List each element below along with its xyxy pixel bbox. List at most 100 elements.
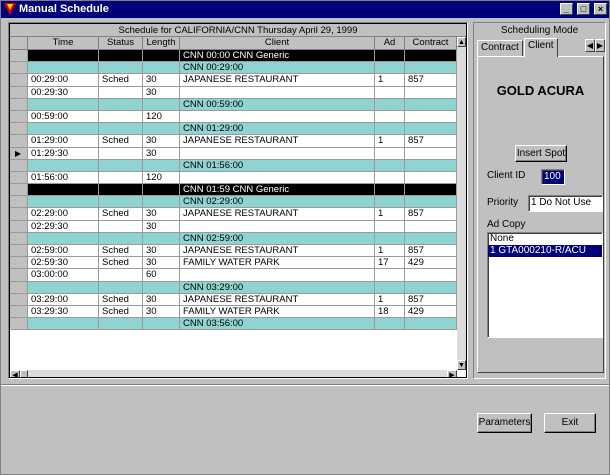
row-selector[interactable] [10, 293, 28, 306]
cell-status[interactable] [99, 232, 143, 245]
cell-contract[interactable] [405, 269, 457, 282]
table-row[interactable]: CNN 00:00 CNN Generic [10, 50, 457, 63]
table-row[interactable]: ▶ 01:29:30 30 [10, 147, 457, 160]
cell-ad[interactable] [375, 62, 405, 75]
table-row[interactable]: CNN 02:29:00 [10, 196, 457, 209]
cell-status[interactable] [99, 184, 143, 197]
row-selector[interactable] [10, 110, 28, 124]
cell-status[interactable] [99, 159, 143, 172]
cell-ad[interactable] [375, 50, 405, 63]
cell-length[interactable]: 30 [143, 74, 180, 87]
cell-ad[interactable] [375, 110, 405, 124]
row-selector[interactable] [10, 232, 28, 245]
table-row[interactable]: CNN 01:59 CNN Generic [10, 184, 457, 197]
cell-contract[interactable] [405, 62, 457, 75]
cell-time[interactable] [28, 98, 99, 111]
cell-status[interactable]: Sched [99, 305, 143, 319]
cell-ad[interactable] [375, 232, 405, 245]
cell-time[interactable]: 00:59:00 [28, 110, 99, 124]
cell-status[interactable] [99, 171, 143, 185]
cell-ad[interactable]: 1 [375, 74, 405, 87]
cell-contract[interactable]: 429 [405, 257, 457, 270]
cell-ad[interactable]: 1 [375, 135, 405, 148]
cell-ad[interactable]: 17 [375, 257, 405, 270]
cell-contract[interactable] [405, 110, 457, 124]
cell-contract[interactable]: 429 [405, 305, 457, 319]
cell-client[interactable] [180, 147, 375, 160]
table-row[interactable]: 00:59:00 120 [10, 110, 457, 124]
cell-status[interactable] [99, 147, 143, 160]
table-row[interactable]: CNN 02:59:00 [10, 232, 457, 245]
cell-client[interactable] [180, 171, 375, 185]
cell-status[interactable] [99, 98, 143, 111]
cell-client[interactable]: CNN 01:56:00 [180, 159, 375, 172]
cell-length[interactable]: 30 [143, 135, 180, 148]
cell-time[interactable]: 03:29:00 [28, 293, 99, 306]
column-header-contract[interactable]: Contract [405, 37, 457, 50]
cell-status[interactable] [99, 196, 143, 209]
cell-status[interactable] [99, 50, 143, 63]
cell-time[interactable]: 02:29:00 [28, 208, 99, 221]
cell-time[interactable]: 02:59:00 [28, 245, 99, 258]
table-row[interactable]: 03:29:00 Sched 30 JAPANESE RESTAURANT 1 857 [10, 293, 457, 306]
table-row[interactable]: 02:59:30 Sched 30 FAMILY WATER PARK 17 429 [10, 257, 457, 270]
cell-status[interactable] [99, 269, 143, 282]
schedule-grid[interactable]: Schedule for CALIFORNIA/CNN Thursday Apr… [9, 23, 467, 378]
column-header-client[interactable]: Client [180, 37, 375, 50]
table-row[interactable]: CNN 00:29:00 [10, 62, 457, 75]
table-row[interactable]: 03:00:00 60 [10, 269, 457, 282]
cell-contract[interactable] [405, 232, 457, 245]
cell-client[interactable] [180, 86, 375, 99]
cell-length[interactable]: 60 [143, 269, 180, 282]
cell-contract[interactable] [405, 123, 457, 136]
cell-length[interactable] [143, 184, 180, 197]
cell-client[interactable]: CNN 01:59 CNN Generic [180, 184, 375, 197]
tab-contract[interactable]: Contract [477, 40, 523, 56]
cell-client[interactable] [180, 110, 375, 124]
cell-ad[interactable] [375, 184, 405, 197]
column-header-ad[interactable]: Ad [375, 37, 405, 50]
cell-length[interactable]: 30 [143, 86, 180, 99]
cell-client[interactable]: JAPANESE RESTAURANT [180, 293, 375, 306]
cell-status[interactable] [99, 318, 143, 331]
cell-time[interactable]: 00:29:30 [28, 86, 99, 99]
cell-contract[interactable]: 857 [405, 74, 457, 87]
cell-ad[interactable] [375, 86, 405, 99]
cell-status[interactable] [99, 123, 143, 136]
cell-ad[interactable] [375, 269, 405, 282]
cell-status[interactable]: Sched [99, 245, 143, 258]
minimize-button[interactable]: _ [559, 3, 573, 15]
cell-time[interactable] [28, 50, 99, 63]
close-button[interactable]: × [594, 3, 607, 15]
row-selector[interactable] [10, 208, 28, 221]
ad-copy-item-selected[interactable]: 1 GTA000210-R/ACU [488, 245, 602, 257]
cell-ad[interactable] [375, 171, 405, 185]
cell-ad[interactable]: 18 [375, 305, 405, 319]
cell-client[interactable] [180, 269, 375, 282]
table-row[interactable]: 02:59:00 Sched 30 JAPANESE RESTAURANT 1 857 [10, 245, 457, 258]
cell-contract[interactable]: 857 [405, 245, 457, 258]
table-row[interactable]: 01:29:00 Sched 30 JAPANESE RESTAURANT 1 857 [10, 135, 457, 148]
cell-status[interactable] [99, 281, 143, 294]
table-row[interactable]: CNN 01:29:00 [10, 123, 457, 136]
cell-time[interactable]: 01:29:00 [28, 135, 99, 148]
parameters-button[interactable]: Parameters [477, 413, 532, 433]
table-row[interactable]: 03:29:30 Sched 30 FAMILY WATER PARK 18 429 [10, 305, 457, 319]
row-selector[interactable] [10, 135, 28, 148]
cell-length[interactable]: 30 [143, 220, 180, 233]
vertical-scrollbar[interactable]: ▲ ▼ [457, 37, 466, 370]
row-selector[interactable] [10, 50, 28, 63]
cell-status[interactable]: Sched [99, 293, 143, 306]
horizontal-scrollbar[interactable]: ◀ ▶ [10, 370, 457, 377]
cell-status[interactable]: Sched [99, 135, 143, 148]
cell-ad[interactable]: 1 [375, 245, 405, 258]
cell-length[interactable]: 30 [143, 245, 180, 258]
table-row[interactable]: 00:29:00 Sched 30 JAPANESE RESTAURANT 1 857 [10, 74, 457, 87]
cell-status[interactable]: Sched [99, 257, 143, 270]
maximize-button[interactable]: □ [576, 3, 590, 15]
column-header-status[interactable]: Status [99, 37, 143, 50]
cell-status[interactable] [99, 86, 143, 99]
scroll-right-icon[interactable]: ▶ [447, 370, 457, 377]
cell-status[interactable] [99, 62, 143, 75]
cell-contract[interactable] [405, 98, 457, 111]
